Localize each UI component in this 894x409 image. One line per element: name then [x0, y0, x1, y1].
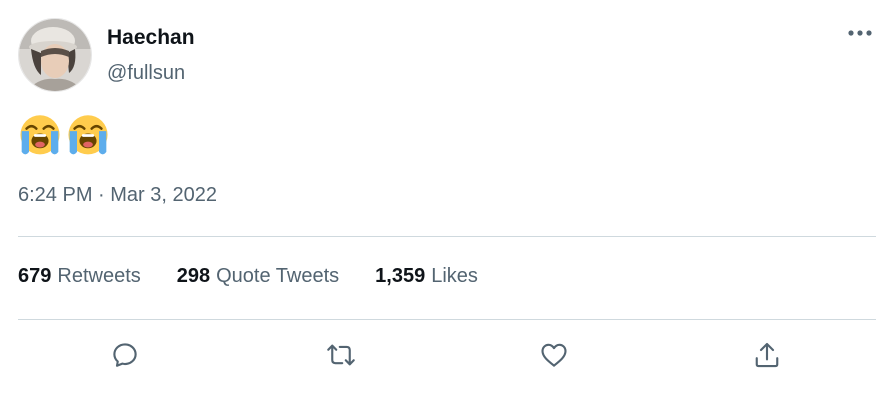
loudly-crying-face-icon: [68, 115, 108, 155]
retweets-count: 679: [18, 265, 52, 287]
retweets-label: Retweets: [57, 265, 141, 287]
tweet-card: Haechan @fullsun 6:24 PM · Mar 3, 2022 6…: [0, 0, 894, 409]
likes-stat[interactable]: 1,359 Likes: [375, 265, 478, 288]
retweet-icon: [327, 344, 355, 366]
tweet-stats: 679 Retweets 298 Quote Tweets 1,359 Like…: [18, 265, 478, 288]
quote-tweets-label: Quote Tweets: [216, 265, 340, 287]
quote-tweets-stat[interactable]: 298 Quote Tweets: [177, 265, 339, 288]
more-icon: [848, 30, 872, 36]
likes-label: Likes: [431, 265, 478, 287]
reply-button[interactable]: [107, 337, 143, 373]
likes-count: 1,359: [375, 265, 426, 287]
share-icon: [755, 342, 779, 368]
more-options-button[interactable]: [844, 22, 876, 44]
author-handle[interactable]: @fullsun: [107, 62, 185, 85]
author-name[interactable]: Haechan: [107, 26, 195, 50]
retweet-button[interactable]: [323, 337, 359, 373]
retweets-stat[interactable]: 679 Retweets: [18, 265, 141, 288]
divider: [18, 236, 876, 237]
like-button[interactable]: [536, 337, 572, 373]
heart-icon: [541, 343, 567, 367]
avatar[interactable]: [18, 18, 92, 92]
loudly-crying-face-icon: [20, 115, 60, 155]
avatar-photo: [19, 19, 91, 91]
reply-icon: [113, 343, 137, 367]
tweet-text: [18, 112, 110, 160]
divider: [18, 319, 876, 320]
share-button[interactable]: [749, 337, 785, 373]
tweet-timestamp[interactable]: 6:24 PM · Mar 3, 2022: [18, 184, 217, 207]
quote-tweets-count: 298: [176, 265, 211, 287]
